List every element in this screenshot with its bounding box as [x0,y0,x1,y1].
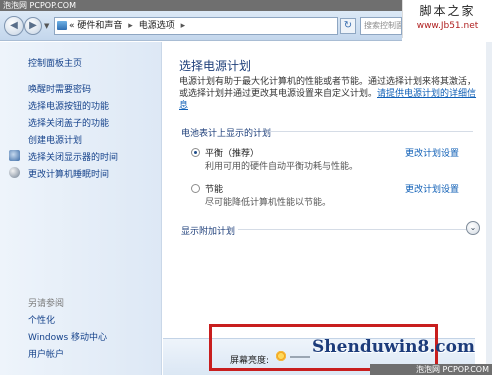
breadcrumb-hardware-sound[interactable]: 硬件和声音 [77,21,122,31]
plan-balanced-change-link[interactable]: 更改计划设置 [405,146,459,159]
sidebar-item-power-button[interactable]: 选择电源按钮的功能 [28,99,109,112]
forward-button[interactable]: ▶ [24,17,42,35]
plan-saver-radio[interactable] [191,184,200,193]
page-title: 选择电源计划 [179,59,252,73]
plan-saver-name[interactable]: 节能 [205,182,223,195]
address-bar: ◀ ▶ ▼ « 硬件和声音 ▸ 电源选项 ▸ ↻ 搜索控制面板 [0,11,402,41]
section-divider [238,229,466,230]
chevron-down-icon: ⌄ [469,223,477,232]
breadcrumb-separator-icon[interactable]: ▸ [128,21,133,31]
history-dropdown-icon[interactable]: ▼ [44,22,49,30]
see-also-personalization[interactable]: 个性化 [28,313,55,326]
expand-button[interactable]: ⌄ [466,221,480,235]
sidebar: 控制面板主页 唤醒时需要密码 选择电源按钮的功能 选择关闭盖子的功能 创建电源计… [0,42,162,375]
see-also-mobility-center[interactable]: Windows 移动中心 [28,330,107,343]
plan-saver-desc: 尽可能降低计算机性能以节能。 [205,198,332,208]
sidebar-item-display-off[interactable]: 选择关闭显示器的时间 [8,150,119,163]
sidebar-item-require-password[interactable]: 唤醒时需要密码 [28,82,91,95]
see-also-heading: 另请参阅 [28,299,65,309]
back-button[interactable]: ◀ [4,16,24,36]
scrollbar[interactable] [486,42,492,375]
see-also-user-accounts[interactable]: 用户帐户 [28,347,64,360]
watermark-bottom-right: 泡泡网 PCPOP.COM [370,364,492,375]
plan-balanced-desc: 利用可用的硬件自动平衡功耗与性能。 [205,162,359,172]
watermark-shenduwin: Shenduwin8.com [312,337,475,357]
sidebar-item-create-plan[interactable]: 创建电源计划 [28,133,82,146]
back-arrow-icon: ◀ [10,20,18,31]
plan-balanced-radio[interactable] [191,148,200,157]
sidebar-item-label: 选择关闭显示器的时间 [28,153,119,163]
watermark-top-right: 脚本之家 www.Jb51.net [402,0,492,38]
watermark-jb51-title: 脚本之家 [419,4,476,18]
section-divider [269,131,473,132]
breadcrumb[interactable]: « 硬件和声音 ▸ 电源选项 ▸ [54,17,338,35]
plan-balanced-name[interactable]: 平衡（推荐） [205,146,259,159]
battery-plans-heading: 电池表计上显示的计划 [181,129,272,139]
sidebar-home-link[interactable]: 控制面板主页 [28,56,82,69]
search-input[interactable]: 搜索控制面板 [360,17,402,35]
show-additional-plans[interactable]: 显示附加计划 [181,224,235,237]
watermark-jb51-url: www.Jb51.net [416,21,479,31]
sidebar-item-sleep[interactable]: 更改计算机睡眠时间 [8,167,110,180]
refresh-icon: ↻ [343,20,353,31]
control-panel-icon [57,21,67,30]
page-description: 电源计划有助于最大化计算机的性能或者节能。通过选择计划来将其激活，或选择计划并通… [179,76,477,112]
sidebar-item-label: 更改计算机睡眠时间 [28,170,110,180]
refresh-button[interactable]: ↻ [340,18,356,34]
breadcrumb-power-options[interactable]: 电源选项 [139,21,175,31]
sidebar-item-close-lid[interactable]: 选择关闭盖子的功能 [28,116,109,129]
forward-arrow-icon: ▶ [29,20,37,31]
breadcrumb-overflow[interactable]: « [69,21,75,31]
breadcrumb-separator-icon[interactable]: ▸ [181,21,186,31]
plan-saver-change-link[interactable]: 更改计划设置 [405,182,459,195]
